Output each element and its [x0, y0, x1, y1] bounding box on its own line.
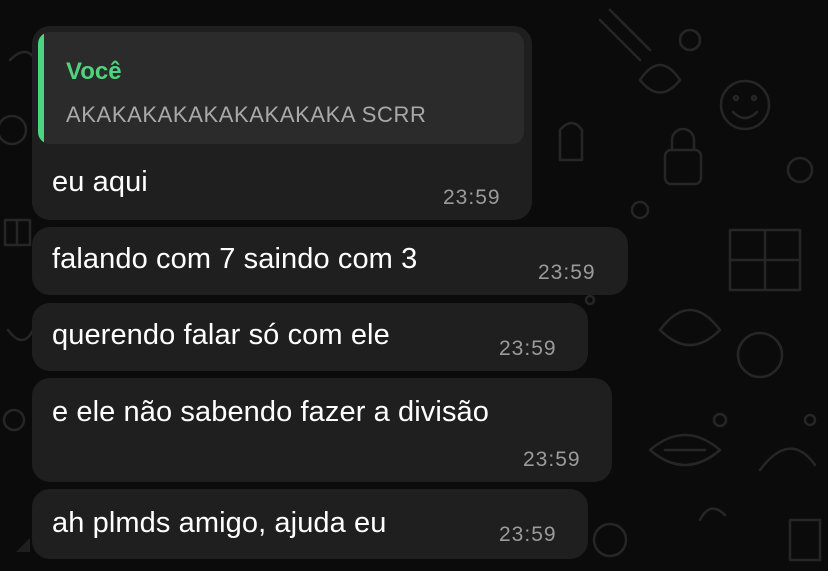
- heart-doodle-icon: [638, 63, 682, 94]
- message-time: 23:59: [538, 261, 596, 284]
- taco-doodle-icon: [758, 447, 817, 472]
- message-bubble[interactable]: querendo falar só com ele 23:59: [32, 303, 588, 371]
- message-time: 23:59: [499, 523, 557, 546]
- message-bubble[interactable]: falando com 7 saindo com 3 23:59: [32, 227, 628, 295]
- message-time: 23:59: [523, 448, 581, 471]
- message-time: 23:59: [499, 337, 557, 360]
- message-text: eu aqui: [52, 166, 148, 198]
- mic-doodle-icon: [786, 156, 814, 184]
- bubble-tail: [16, 538, 30, 552]
- message-text: e ele não sabendo fazer a divisão: [52, 396, 489, 428]
- lock-doodle-icon: [663, 148, 703, 186]
- message-time: 23:59: [443, 186, 501, 209]
- message-bubble[interactable]: e ele não sabendo fazer a divisão 23:59: [32, 378, 612, 482]
- message-text: falando com 7 saindo com 3: [52, 243, 418, 275]
- quote-accent-bar: [38, 32, 44, 144]
- quoted-reply[interactable]: Você AKAKAKAKAKAKAKAKAKA SCRR: [38, 32, 524, 144]
- message-bubble-with-reply[interactable]: Você AKAKAKAKAKAKAKAKAKA SCRR eu aqui 23…: [32, 26, 532, 220]
- message-text: ah plmds amigo, ajuda eu: [52, 507, 387, 539]
- pencil-doodle-icon: [598, 8, 652, 62]
- smiley-doodle-icon: [719, 79, 771, 131]
- message-bubble[interactable]: ah plmds amigo, ajuda eu 23:59: [32, 489, 588, 559]
- leaf-doodle-icon: [658, 308, 722, 347]
- message-text: querendo falar só com ele: [52, 319, 390, 351]
- paw-doodle-icon: [736, 331, 784, 379]
- quote-author: Você: [66, 58, 122, 85]
- calculator-doodle-icon: [728, 228, 802, 292]
- quote-text: AKAKAKAKAKAKAKAKAKA SCRR: [66, 102, 427, 127]
- football-doodle-icon: [648, 433, 722, 467]
